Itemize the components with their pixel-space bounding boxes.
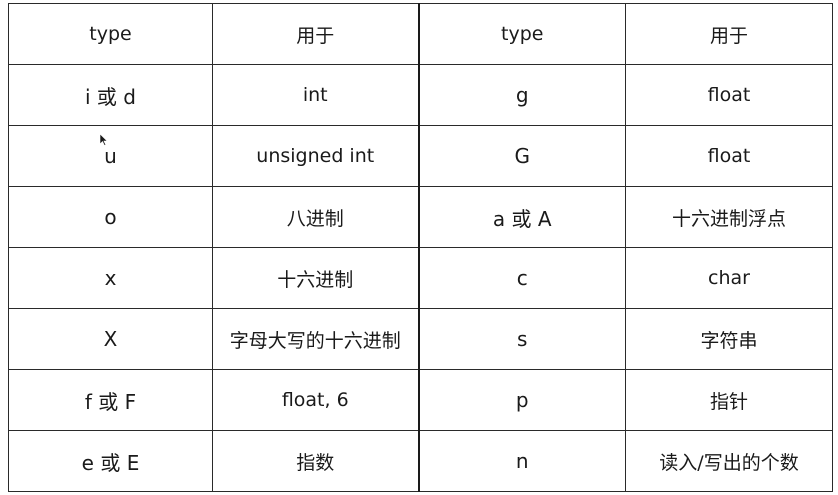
type-left-cell: X xyxy=(8,308,213,370)
type-left-cell: e 或 E xyxy=(8,430,213,492)
mouse-cursor-icon xyxy=(100,134,108,146)
table-row: u unsigned int G float xyxy=(8,125,833,187)
type-left-cell: u xyxy=(8,125,213,187)
header-type-left: type xyxy=(8,3,213,65)
use-right-cell: 读入/写出的个数 xyxy=(625,430,833,492)
use-right-cell: 指针 xyxy=(625,369,833,431)
table-row: i 或 d int g float xyxy=(8,64,833,126)
use-left-cell: float, 6 xyxy=(212,369,420,431)
header-use-right: 用于 xyxy=(625,3,833,65)
use-right-cell: float xyxy=(625,64,833,126)
table-row: x 十六进制 c char xyxy=(8,247,833,309)
header-use-left: 用于 xyxy=(212,3,420,65)
table-row: o 八进制 a 或 A 十六进制浮点 xyxy=(8,186,833,248)
table-row: e 或 E 指数 n 读入/写出的个数 xyxy=(8,430,833,492)
use-left-cell: 十六进制 xyxy=(212,247,420,309)
use-right-cell: 十六进制浮点 xyxy=(625,186,833,248)
type-right-cell: s xyxy=(418,308,626,370)
type-left-cell: x xyxy=(8,247,213,309)
type-right-cell: G xyxy=(418,125,626,187)
use-left-cell: 字母大写的十六进制 xyxy=(212,308,420,370)
use-left-cell: 八进制 xyxy=(212,186,420,248)
type-right-cell: g xyxy=(418,64,626,126)
type-right-cell: a 或 A xyxy=(418,186,626,248)
table-row: X 字母大写的十六进制 s 字符串 xyxy=(8,308,833,370)
slide-canvas: type 用于 type 用于 i 或 d int g float u unsi… xyxy=(0,0,838,495)
type-right-cell: n xyxy=(418,430,626,492)
use-right-cell: float xyxy=(625,125,833,187)
use-left-cell: unsigned int xyxy=(212,125,420,187)
header-type-right: type xyxy=(418,3,626,65)
use-right-cell: 字符串 xyxy=(625,308,833,370)
table-header-row: type 用于 type 用于 xyxy=(8,3,833,65)
use-left-cell: 指数 xyxy=(212,430,420,492)
format-type-table: type 用于 type 用于 i 或 d int g float u unsi… xyxy=(8,3,833,492)
type-left-cell: o xyxy=(8,186,213,248)
table-row: f 或 F float, 6 p 指针 xyxy=(8,369,833,431)
type-left-cell: i 或 d xyxy=(8,64,213,126)
type-left-cell: f 或 F xyxy=(8,369,213,431)
type-right-cell: c xyxy=(418,247,626,309)
type-right-cell: p xyxy=(418,369,626,431)
use-right-cell: char xyxy=(625,247,833,309)
use-left-cell: int xyxy=(212,64,420,126)
